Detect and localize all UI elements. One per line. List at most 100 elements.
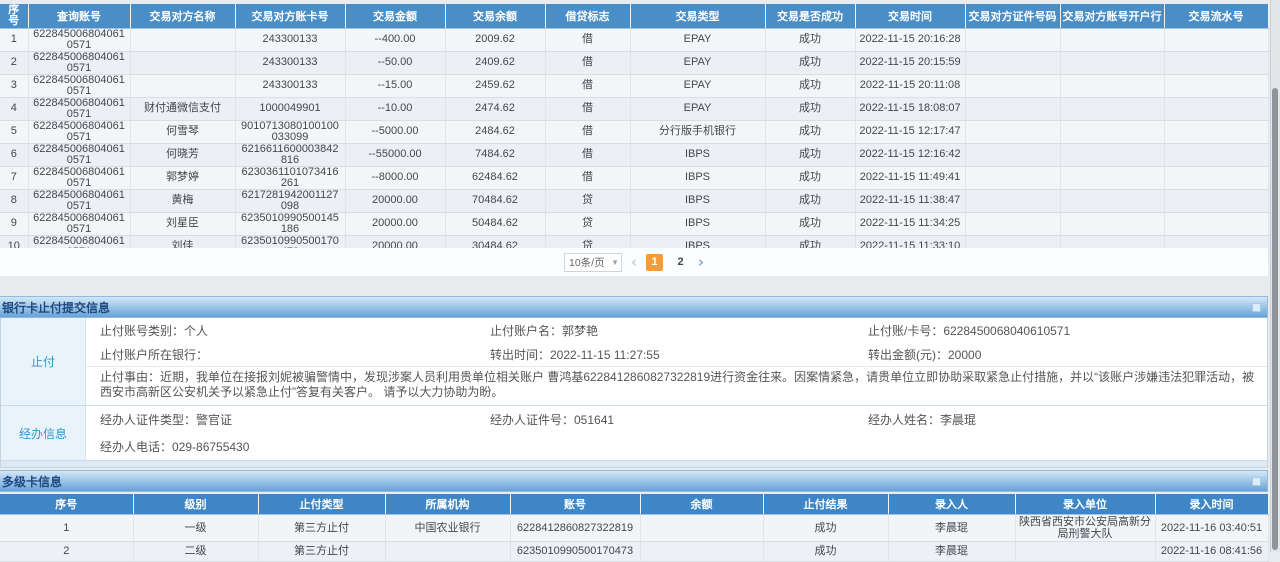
column-header: 查询账号 (28, 4, 130, 28)
table-cell: 刘星臣 (130, 212, 235, 235)
table-cell: 20000.00 (345, 189, 445, 212)
table-row[interactable]: 86228450068040610571黄梅621728194200112709… (0, 189, 1268, 212)
table-row[interactable]: 76228450068040610571郭梦婷62303611010734162… (0, 166, 1268, 189)
column-header: 录入人 (888, 494, 1015, 514)
table-cell: 何晓芳 (130, 143, 235, 166)
table-cell: 8 (0, 189, 28, 212)
table-row[interactable]: 26228450068040610571243300133--50.002409… (0, 51, 1268, 74)
table-row[interactable]: 66228450068040610571何晓芳62166116000038428… (0, 143, 1268, 166)
table-cell: 成功 (765, 166, 855, 189)
table-cell: 一级 (133, 514, 258, 541)
table-cell: 9010713080100100033099 (235, 120, 345, 143)
table-cell: EPAY (630, 51, 765, 74)
multi-card-section-title: 多级卡信息 (2, 473, 62, 490)
stop-payment-group: 止付 止付账号类别：个人 止付账户名：郭梦艳 止付账/卡号：6228450068… (1, 318, 1267, 405)
table-row[interactable]: 16228450068040610571243300133--400.00200… (0, 28, 1268, 51)
table-row[interactable]: 36228450068040610571243300133--15.002459… (0, 74, 1268, 97)
table-row[interactable]: 96228450068040610571刘星臣62350109905001451… (0, 212, 1268, 235)
next-page-icon[interactable]: › (698, 255, 704, 270)
column-header: 录入单位 (1015, 494, 1155, 514)
table-cell: 第三方止付 (258, 514, 385, 541)
table-cell (640, 541, 763, 561)
table-cell: 6 (0, 143, 28, 166)
page-button-1[interactable]: 1 (646, 254, 663, 271)
table-row[interactable]: 46228450068040610571财付通微信支付1000049901--1… (0, 97, 1268, 120)
table-cell: IBPS (630, 166, 765, 189)
collapse-icon[interactable] (1252, 477, 1261, 486)
vertical-scrollbar-thumb[interactable] (1272, 88, 1278, 550)
table-cell: 6228450068040610571 (28, 51, 130, 74)
table-cell (1164, 74, 1268, 97)
field-card-no: 止付账/卡号：6228450068040610571 (868, 322, 1267, 339)
field-transfer-time: 转出时间：2022-11-15 11:27:55 (490, 346, 868, 363)
table-cell: 2022-11-15 11:49:41 (855, 166, 965, 189)
table-cell: 2474.62 (445, 97, 545, 120)
table-cell: 借 (545, 28, 630, 51)
table-row[interactable]: 2二级第三方止付6235010990500170473成功李晨琨2022-11-… (0, 541, 1268, 561)
chevron-down-icon: ▼ (611, 258, 619, 267)
table-cell: 2484.62 (445, 120, 545, 143)
prev-page-icon[interactable]: ‹ (631, 255, 637, 270)
table-cell: 李晨琨 (888, 541, 1015, 561)
section-footer-strip (1, 460, 1267, 467)
table-cell: 陕西省西安市公安局高新分局刑警大队 (1015, 514, 1155, 541)
pagination-bar: 10条/页 ▼ ‹ 1 2 › (0, 248, 1268, 276)
table-cell: --400.00 (345, 28, 445, 51)
transactions-table: 序号查询账号交易对方名称交易对方账卡号交易金额交易余额借贷标志交易类型交易是否成… (0, 4, 1269, 259)
column-header: 序号 (0, 494, 133, 514)
table-cell: EPAY (630, 28, 765, 51)
table-cell: 3 (0, 74, 28, 97)
field-operator-cert-type: 经办人证件类型：警官证 (100, 411, 490, 428)
table-cell (965, 212, 1060, 235)
table-row[interactable]: 56228450068040610571何雪琴90107130801001000… (0, 120, 1268, 143)
table-row[interactable]: 1一级第三方止付中国农业银行6228412860827322819成功李晨琨陕西… (0, 514, 1268, 541)
field-account-type: 止付账号类别：个人 (100, 322, 490, 339)
table-cell: 2009.62 (445, 28, 545, 51)
table-cell: 黄梅 (130, 189, 235, 212)
table-cell: 2022-11-15 20:15:59 (855, 51, 965, 74)
table-cell: 成功 (765, 189, 855, 212)
stop-payment-section: 银行卡止付提交信息 止付 止付账号类别：个人 止付账户名：郭梦艳 止付账/卡号：… (0, 296, 1268, 468)
table-cell: 成功 (763, 541, 888, 561)
table-cell: 70484.62 (445, 189, 545, 212)
table-cell: 6228450068040610571 (28, 74, 130, 97)
table-cell: 李晨琨 (888, 514, 1015, 541)
table-cell: --5000.00 (345, 120, 445, 143)
table-cell: 成功 (765, 212, 855, 235)
group-label-jingban: 经办信息 (1, 406, 86, 460)
table-cell: 2409.62 (445, 51, 545, 74)
field-operator-phone: 经办人电话：029-86755430 (100, 438, 490, 455)
table-cell: 6228412860827322819 (510, 514, 640, 541)
table-cell (1164, 143, 1268, 166)
table-cell: --8000.00 (345, 166, 445, 189)
table-cell: 成功 (763, 514, 888, 541)
field-bank: 止付账户所在银行： (100, 346, 490, 363)
vertical-scrollbar-track[interactable] (1270, 0, 1280, 552)
table-cell (965, 51, 1060, 74)
table-cell: EPAY (630, 97, 765, 120)
table-cell: 贷 (545, 189, 630, 212)
table-cell: --50.00 (345, 51, 445, 74)
table-cell: --10.00 (345, 97, 445, 120)
column-header: 借贷标志 (545, 4, 630, 28)
page-button-2[interactable]: 2 (672, 254, 689, 271)
table-cell (640, 514, 763, 541)
table-cell (130, 51, 235, 74)
table-cell: 6228450068040610571 (28, 189, 130, 212)
table-cell: 4 (0, 97, 28, 120)
table-cell (130, 28, 235, 51)
table-cell (1164, 51, 1268, 74)
table-cell: 2022-11-16 03:40:51 (1155, 514, 1268, 541)
page-size-select[interactable]: 10条/页 ▼ (564, 253, 622, 272)
table-cell: 6235010990500145186 (235, 212, 345, 235)
table-cell: 借 (545, 97, 630, 120)
table-cell (1060, 143, 1164, 166)
collapse-icon[interactable] (1252, 303, 1261, 312)
column-header: 止付类型 (258, 494, 385, 514)
table-cell (965, 189, 1060, 212)
table-cell: 6228450068040610571 (28, 143, 130, 166)
table-cell: 借 (545, 51, 630, 74)
field-operator-name: 经办人姓名：李晨琨 (868, 411, 1267, 428)
table-cell (965, 74, 1060, 97)
table-cell: 6228450068040610571 (28, 120, 130, 143)
